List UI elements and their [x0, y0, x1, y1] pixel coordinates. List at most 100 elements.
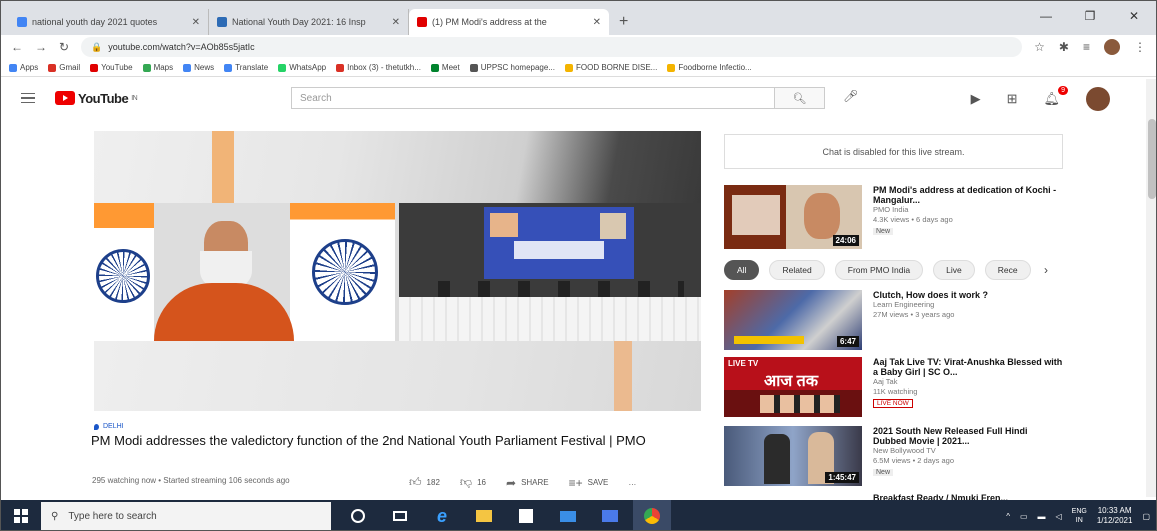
- video-meta: 295 watching now • Started streaming 106…: [92, 476, 290, 485]
- share-button[interactable]: ➦ SHARE: [506, 476, 549, 490]
- bookmark-maps[interactable]: Maps: [142, 63, 173, 72]
- recommendation-item[interactable]: 6:47 Clutch, How does it work ? Learn En…: [724, 290, 1064, 354]
- video-thumbnail[interactable]: 6:47: [724, 290, 862, 350]
- bookmark-apps[interactable]: Apps: [9, 63, 38, 72]
- search-input[interactable]: Search: [291, 87, 775, 109]
- clock[interactable]: 10:33 AM 1/12/2021: [1097, 506, 1133, 526]
- close-tab-icon[interactable]: ✕: [392, 17, 400, 28]
- video-thumbnail[interactable]: 24:06: [724, 185, 862, 249]
- new-tab-button[interactable]: +: [609, 13, 638, 35]
- minimize-button[interactable]: —: [1024, 1, 1068, 31]
- recommendation-item[interactable]: 1:45:47 2021 South New Released Full Hin…: [724, 426, 1064, 490]
- new-badge: New: [873, 228, 894, 235]
- bookmark-star-icon[interactable]: ☆: [1034, 40, 1045, 54]
- volume-icon[interactable]: ◁: [1056, 512, 1062, 521]
- hamburger-menu-icon[interactable]: [21, 92, 35, 104]
- url-field[interactable]: 🔒 youtube.com/watch?v=AOb85s5jatIc: [81, 37, 1023, 57]
- like-button[interactable]: 👍︎ 182: [409, 475, 440, 490]
- bookmark-gmail[interactable]: Gmail: [48, 63, 80, 72]
- bookmark-inbox[interactable]: Inbox (3) - thetutkh...: [336, 63, 421, 72]
- bookmark-foodborne-infection[interactable]: Foodborne Infectio...: [667, 63, 752, 72]
- network-icon[interactable]: ▭: [1020, 512, 1028, 521]
- mail-icon[interactable]: [549, 500, 587, 530]
- ashoka-chakra-image: [312, 239, 378, 305]
- battery-icon[interactable]: ▬: [1038, 512, 1046, 521]
- search-button[interactable]: 🔍︎: [775, 87, 825, 109]
- app-icon[interactable]: [591, 500, 629, 530]
- chip-recent[interactable]: Rece: [984, 260, 1031, 280]
- video-thumbnail[interactable]: 1:45:47: [724, 426, 862, 486]
- stage-backdrop-image: [484, 207, 634, 279]
- clock-date: 1/12/2021: [1096, 516, 1133, 525]
- chevron-up-icon[interactable]: ^: [1006, 512, 1010, 521]
- bookmark-youtube[interactable]: YouTube: [90, 63, 133, 72]
- apps-grid-icon[interactable]: ⊞: [1007, 91, 1018, 107]
- page-scrollbar[interactable]: [1146, 79, 1156, 497]
- close-tab-icon[interactable]: ✕: [192, 17, 200, 28]
- more-actions-button[interactable]: …: [628, 478, 636, 487]
- video-player[interactable]: [94, 131, 701, 411]
- close-tab-icon[interactable]: ✕: [593, 17, 601, 28]
- task-view-icon[interactable]: [381, 500, 419, 530]
- forward-icon[interactable]: →: [35, 40, 47, 54]
- tab-youth-day[interactable]: National Youth Day 2021: 16 Insp ✕: [209, 9, 409, 35]
- recommendation-item[interactable]: 24:06 PM Modi's address at dedication of…: [724, 185, 1064, 249]
- notifications-bell-icon[interactable]: 🔔︎ 9: [1043, 86, 1068, 107]
- recommendation-title[interactable]: PM Modi's address at dedication of Kochi…: [873, 185, 1063, 205]
- chip-all[interactable]: All: [724, 260, 760, 280]
- tab-quotes[interactable]: national youth day 2021 quotes ✕: [9, 9, 209, 35]
- channel-name[interactable]: New Bollywood TV: [873, 446, 1063, 456]
- dislike-button[interactable]: 👎︎ 16: [460, 475, 486, 490]
- cortana-icon[interactable]: [339, 500, 377, 530]
- chip-live[interactable]: Live: [933, 260, 975, 280]
- notification-count: 9: [1058, 86, 1068, 95]
- bookmark-food-borne[interactable]: FOOD BORNE DISE...: [564, 63, 657, 72]
- playlist-icon[interactable]: ≡: [1083, 40, 1090, 54]
- ashoka-chakra-image: [96, 249, 150, 303]
- maximize-button[interactable]: ❐: [1068, 1, 1112, 31]
- reload-icon[interactable]: ↻: [59, 40, 69, 54]
- file-explorer-icon[interactable]: [465, 500, 503, 530]
- kebab-menu-icon[interactable]: ⋮: [1134, 40, 1146, 54]
- chip-from-pmo-india[interactable]: From PMO India: [834, 260, 924, 280]
- recommendation-title[interactable]: 2021 South New Released Full Hindi Dubbe…: [873, 426, 1063, 446]
- location-tag[interactable]: DELHI: [94, 423, 124, 430]
- recommendation-title[interactable]: Clutch, How does it work ?: [873, 290, 1063, 300]
- scrollbar-thumb[interactable]: [1148, 119, 1156, 199]
- channel-name[interactable]: Learn Engineering: [873, 300, 1063, 310]
- bookmark-whatsapp[interactable]: WhatsApp: [278, 63, 326, 72]
- save-button[interactable]: ≡+ SAVE: [569, 476, 609, 490]
- language-indicator[interactable]: ENG IN: [1072, 507, 1087, 525]
- channel-name[interactable]: Aaj Tak: [873, 377, 1063, 387]
- store-icon[interactable]: [507, 500, 545, 530]
- recommendation-title[interactable]: Aaj Tak Live TV: Virat-Anushka Blessed w…: [873, 357, 1063, 377]
- profile-avatar[interactable]: [1104, 39, 1120, 55]
- chrome-icon[interactable]: [633, 500, 671, 530]
- bookmark-uppsc[interactable]: UPPSC homepage...: [469, 63, 555, 72]
- back-icon[interactable]: ←: [11, 40, 23, 54]
- bookmark-translate[interactable]: Translate: [224, 63, 268, 72]
- chevron-right-icon[interactable]: ›: [1044, 263, 1048, 277]
- edge-icon[interactable]: e: [423, 500, 461, 530]
- tab-youtube[interactable]: (1) PM Modi's address at the ✕: [409, 9, 609, 35]
- bookmark-news[interactable]: News: [183, 63, 214, 72]
- extension-icon[interactable]: ✱: [1059, 40, 1069, 54]
- create-video-icon[interactable]: ▶: [971, 91, 981, 107]
- bookmark-meet[interactable]: Meet: [430, 63, 460, 72]
- video-backdrop-stripe: [212, 131, 234, 203]
- news-icon: [183, 63, 192, 72]
- microphone-icon[interactable]: 🎤︎: [843, 89, 858, 103]
- chip-related[interactable]: Related: [769, 260, 825, 280]
- close-window-button[interactable]: ✕: [1112, 1, 1156, 31]
- channel-name[interactable]: PMO India: [873, 205, 1063, 215]
- notification-center-icon[interactable]: ▢: [1142, 512, 1150, 521]
- taskbar-search-input[interactable]: ⚲ Type here to search: [41, 502, 331, 530]
- recommendation-item[interactable]: LIVE TV आज तक Aaj Tak Live TV: Virat-Anu…: [724, 357, 1064, 421]
- video-thumbnail[interactable]: LIVE TV आज तक: [724, 357, 862, 417]
- playlist-add-icon: ≡+: [568, 475, 583, 490]
- browser-window: national youth day 2021 quotes ✕ Nationa…: [0, 0, 1157, 531]
- start-button[interactable]: [1, 500, 41, 530]
- account-avatar[interactable]: [1086, 87, 1110, 111]
- share-label: SHARE: [521, 478, 549, 487]
- youtube-logo[interactable]: YouTube IN: [55, 91, 138, 106]
